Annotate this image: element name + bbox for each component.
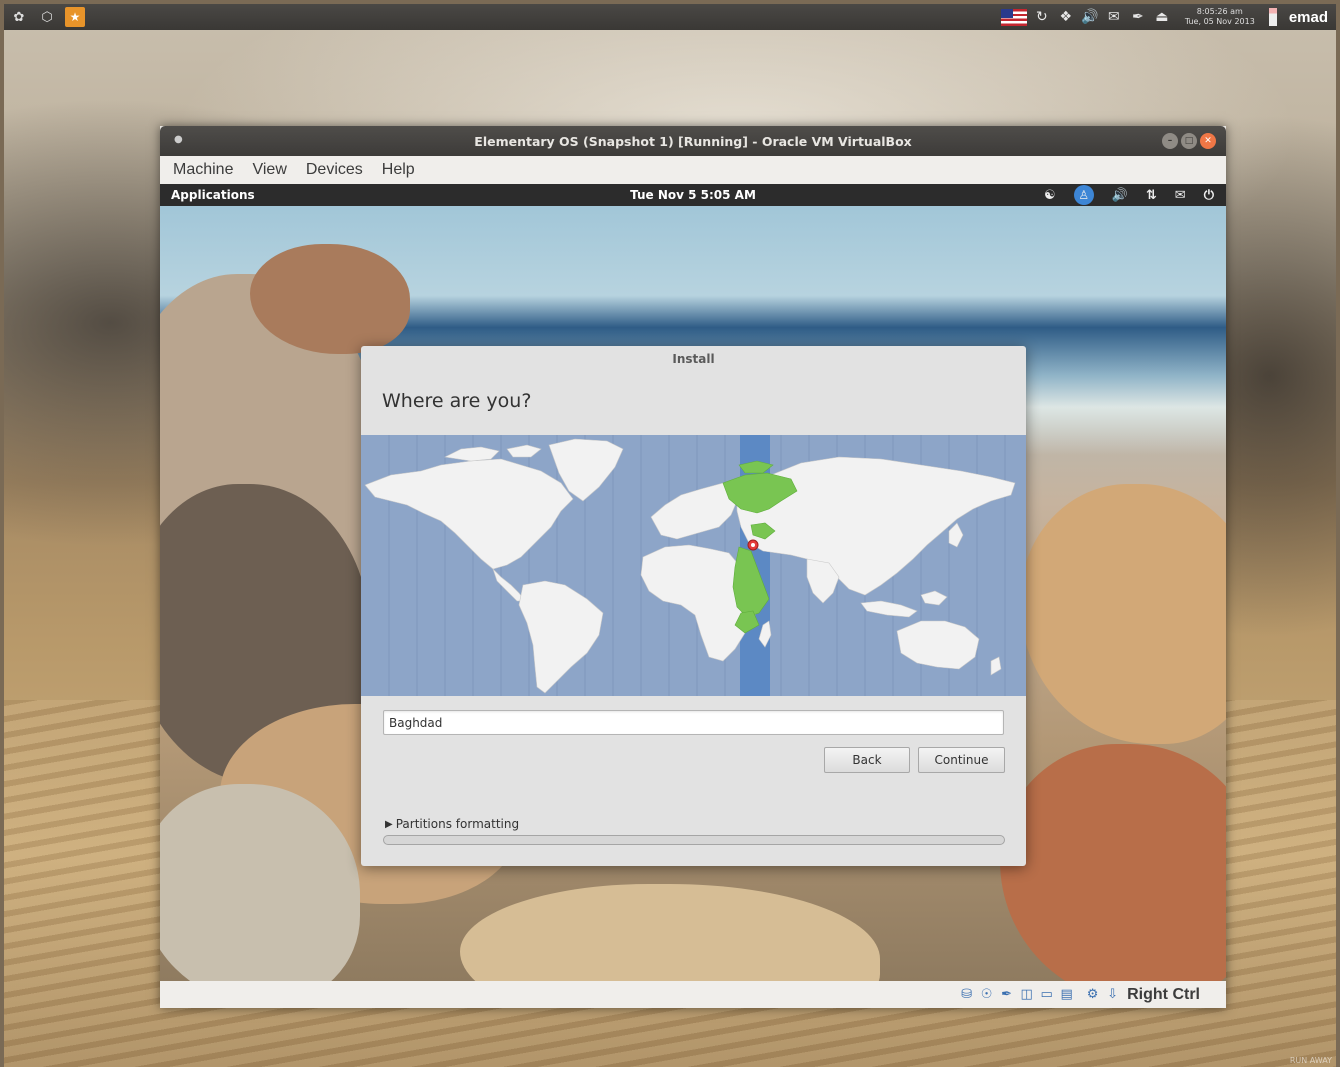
window-title: Elementary OS (Snapshot 1) [Running] - O… [474, 133, 912, 149]
install-progress-bar [383, 835, 1005, 845]
menu-machine[interactable]: Machine [173, 161, 233, 179]
partitions-label[interactable]: Partitions formatting [396, 817, 519, 831]
window-titlebar[interactable]: ● Elementary OS (Snapshot 1) [Running] -… [160, 126, 1226, 156]
eject-icon[interactable]: ⏏ [1153, 9, 1171, 25]
user-status-icon[interactable] [1268, 8, 1277, 26]
optical-drive-icon[interactable]: ☉ [978, 986, 995, 1003]
host-key-label: Right Ctrl [1127, 985, 1200, 1003]
app-icon[interactable]: ★ [65, 7, 85, 27]
partitions-expander[interactable]: ▶ Partitions formatting [385, 817, 519, 831]
vbox-menubar: Machine View Devices Help [160, 156, 1226, 184]
window-menu-icon[interactable]: ● [174, 134, 183, 145]
network-icon[interactable]: ◫ [1018, 986, 1035, 1003]
virtualbox-window: ● Elementary OS (Snapshot 1) [Running] -… [160, 126, 1226, 1008]
timezone-map[interactable] [361, 435, 1026, 696]
menu-help[interactable]: Help [382, 161, 415, 179]
guest-clock[interactable]: Tue Nov 5 5:05 AM [160, 188, 1226, 202]
volume-icon[interactable]: 🔊 [1081, 9, 1099, 25]
timezone-input[interactable] [383, 710, 1004, 735]
wireless-icon[interactable]: ❖ [1057, 9, 1075, 25]
expander-arrow-icon[interactable]: ▶ [385, 819, 393, 830]
world-map[interactable] [361, 435, 1026, 696]
vbox-statusbar: ⛁ ☉ ✒ ◫ ▭ ▤ ⚙ ⇩ Right Ctrl [160, 981, 1226, 1008]
username[interactable]: emad [1289, 9, 1328, 26]
host-clock-date: Tue, 05 Nov 2013 [1184, 17, 1255, 26]
display-icon[interactable]: ▤ [1058, 986, 1075, 1003]
wallpaper-rock [1000, 744, 1226, 981]
minimize-icon[interactable]: – [1162, 133, 1178, 149]
usb-icon[interactable]: ✒ [998, 986, 1015, 1003]
host-top-panel: ✿ ⬡ ★ ↻ ❖ 🔊 ✉ ✒ ⏏ 8:05:26 am Tue, 05 Nov… [4, 4, 1336, 30]
menu-devices[interactable]: Devices [306, 161, 363, 179]
us-flag-icon[interactable] [1000, 8, 1027, 26]
dialog-title: Install [672, 352, 715, 366]
pen-icon[interactable]: ✒ [1129, 9, 1147, 25]
shared-folder-icon[interactable]: ▭ [1038, 986, 1055, 1003]
sync-icon[interactable]: ↻ [1033, 9, 1051, 25]
close-icon[interactable]: ✕ [1200, 133, 1216, 149]
mail-icon[interactable]: ✉ [1105, 9, 1123, 25]
page-heading: Where are you? [382, 390, 532, 412]
ubuntu-logo-icon[interactable]: ✿ [9, 7, 29, 27]
host-key-icon[interactable]: ⇩ [1104, 986, 1121, 1003]
continue-button[interactable]: Continue [918, 747, 1005, 773]
install-dialog: Install Where are you? Baghdad Back Cont… [361, 346, 1026, 866]
wallpaper-rock [1020, 484, 1226, 744]
guest-top-panel: Applications Tue Nov 5 5:05 AM ☯ ♙ 🔊 ⇅ ✉… [160, 184, 1226, 206]
virtualbox-icon[interactable]: ⬡ [37, 7, 57, 27]
host-clock[interactable]: 8:05:26 am Tue, 05 Nov 2013 [1185, 7, 1255, 27]
menu-view[interactable]: View [252, 161, 286, 179]
mouse-integration-icon[interactable]: ⚙ [1084, 986, 1101, 1003]
hard-disk-icon[interactable]: ⛁ [958, 986, 975, 1003]
wallpaper-rock [460, 884, 880, 981]
host-clock-time: 8:05:26 am [1196, 7, 1243, 16]
back-button[interactable]: Back [824, 747, 910, 773]
guest-screen[interactable]: Applications Tue Nov 5 5:05 AM ☯ ♙ 🔊 ⇅ ✉… [160, 184, 1226, 981]
wallpaper-watermark: RUN AWAY [1289, 1056, 1332, 1065]
maximize-icon[interactable]: □ [1181, 133, 1197, 149]
